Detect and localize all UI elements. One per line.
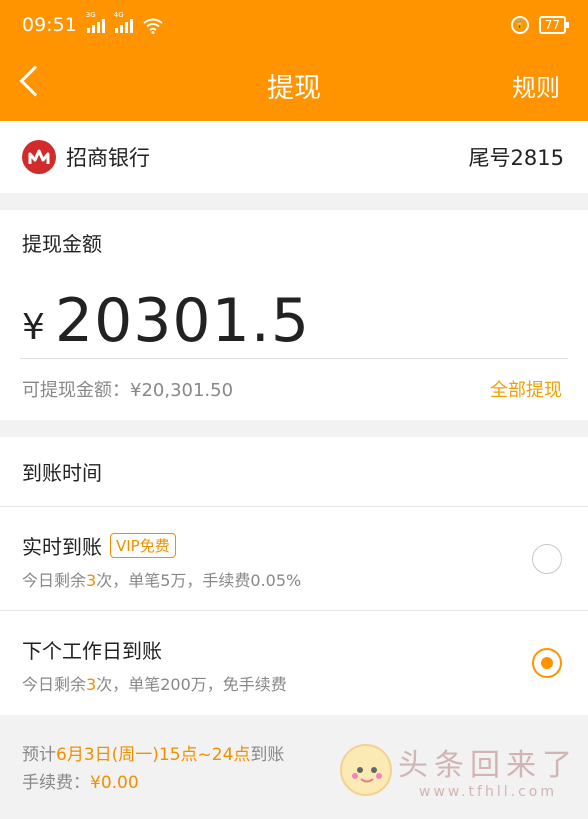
rotation-lock-icon: 🔒 bbox=[510, 16, 529, 34]
vip-free-badge: VIP免费 bbox=[110, 533, 176, 558]
battery-icon: 77 bbox=[538, 16, 570, 34]
watermark: 头条回来了 www.tfhll.com bbox=[340, 740, 578, 800]
option-title: 下个工作日到账 bbox=[22, 639, 162, 663]
amount-value[interactable]: 20301.5 bbox=[55, 286, 310, 356]
option-title: 实时到账 bbox=[22, 535, 102, 559]
watermark-mascot-icon bbox=[340, 744, 392, 796]
watermark-text: 头条回来了 bbox=[398, 748, 578, 783]
option-desc: 今日剩余3次，单笔5万，手续费0.05% bbox=[22, 571, 302, 590]
status-bar: 09:51 3G 4G 🔒 77 bbox=[0, 0, 588, 50]
page-title: 提现 bbox=[267, 73, 321, 104]
clock: 09:51 bbox=[22, 14, 77, 36]
amount-label: 提现金额 bbox=[22, 232, 102, 256]
signal-icon: 3G bbox=[86, 11, 105, 33]
watermark-url: www.tfhll.com bbox=[419, 784, 557, 800]
bank-name: 招商银行 bbox=[66, 146, 150, 170]
arrival-time-header: 到账时间 bbox=[0, 437, 588, 507]
divider bbox=[20, 358, 568, 359]
option-desc: 今日剩余3次，单笔200万，免手续费 bbox=[22, 675, 287, 694]
bank-card-row[interactable]: 招商银行 尾号2815 bbox=[0, 121, 588, 193]
card-tail-number: 尾号2815 bbox=[468, 146, 564, 170]
amount-input[interactable]: ¥ 20301.5 bbox=[22, 286, 310, 356]
available-amount: 可提现金额：¥20,301.50 bbox=[22, 380, 234, 401]
radio-realtime[interactable] bbox=[532, 544, 562, 574]
option-next-workday[interactable]: 下个工作日到账 今日剩余3次，单笔200万，免手续费 bbox=[0, 611, 588, 715]
signal-icon: 4G bbox=[114, 11, 133, 33]
withdraw-all-button[interactable]: 全部提现 bbox=[490, 376, 562, 402]
nav-bar: 提现 规则 bbox=[0, 50, 588, 121]
option-realtime[interactable]: 实时到账 VIP免费 今日剩余3次，单笔5万，手续费0.05% bbox=[0, 507, 588, 611]
radio-next-workday[interactable] bbox=[532, 648, 562, 678]
wifi-icon bbox=[143, 17, 163, 34]
header: 09:51 3G 4G 🔒 77 提现 规则 bbox=[0, 0, 588, 121]
bank-logo-icon bbox=[22, 140, 56, 174]
rules-link[interactable]: 规则 bbox=[512, 68, 560, 103]
amount-card: 提现金额 ¥ 20301.5 可提现金额：¥20,301.50 全部提现 bbox=[0, 210, 588, 420]
currency-symbol: ¥ bbox=[22, 307, 45, 348]
